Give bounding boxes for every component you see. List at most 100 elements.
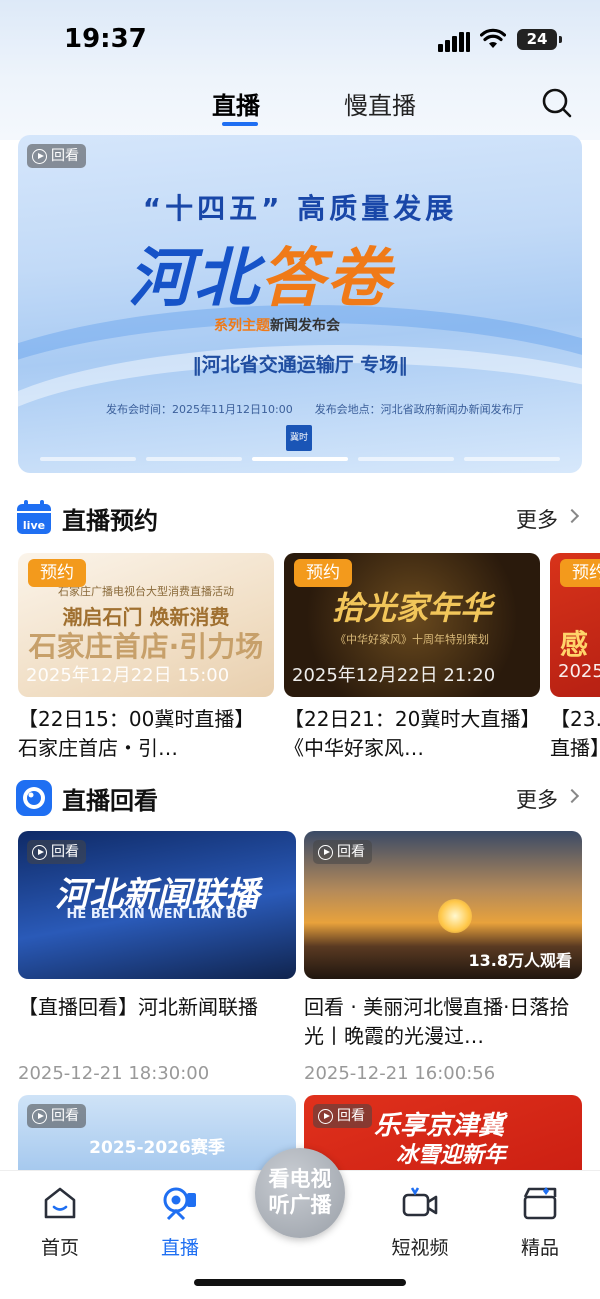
tab-slow-live[interactable]: 慢直播	[344, 86, 416, 121]
carousel-dot[interactable]	[464, 457, 560, 461]
carousel-dot[interactable]	[358, 457, 454, 461]
cellular-signal-icon	[438, 30, 470, 52]
reservation-card[interactable]: 《中华好家风》十周年特别策划 拾光家年华 预约 2025年12月22日 21:2…	[284, 553, 540, 763]
banner-subtitle: 系列主题新闻发布会	[214, 315, 340, 335]
thumb-line3: 拾光家年华	[331, 589, 492, 627]
banner-subtitle-accent: 系列主题	[214, 318, 270, 334]
replay-tag: 回看	[27, 1104, 86, 1128]
reservation-header: live 直播预约 更多	[0, 496, 600, 540]
reserve-badge[interactable]: 预约	[28, 559, 86, 587]
thumb-line3: 感	[560, 628, 589, 661]
reservation-card[interactable]: 石家庄广播电视台大型消费直播活动 潮启石门 焕新消费 石家庄首店·引力场 预约 …	[18, 553, 274, 763]
replay-card-title: 【直播回看】河北新闻联播	[18, 995, 258, 1019]
thumb-title: 2025-2026赛季	[89, 1138, 225, 1158]
reservation-card[interactable]: 感 预约 2025 【23…直播】	[550, 553, 600, 763]
replay-tag: 回看	[313, 1104, 372, 1128]
nav-live[interactable]: 直播	[140, 1185, 220, 1260]
active-tab-indicator	[222, 122, 258, 126]
hero-banner[interactable]: 回看 “十四五” 高质量发展 河北答卷 系列主题新闻发布会 ‖河北省交通运输厅 …	[18, 135, 582, 473]
play-circle-icon	[32, 1108, 47, 1124]
banner-logo: 冀时	[286, 425, 312, 451]
replay-tag: 回看	[313, 840, 372, 864]
replay-thumbnail: 河北新闻联播 HE BEI XIN WEN LIAN BO 回看	[18, 831, 296, 979]
view-count: 13.8万人观看	[468, 951, 572, 970]
replay-tag-label: 回看	[51, 1108, 79, 1124]
live-calendar-icon: live	[17, 500, 51, 534]
banner-subtitle-text: 新闻发布会	[270, 318, 340, 334]
reservation-date: 2025	[558, 661, 600, 682]
replay-tag: 回看	[27, 840, 86, 864]
status-time: 19:37	[64, 24, 147, 54]
carousel-dot-active[interactable]	[252, 457, 348, 461]
nav-live-label: 直播	[160, 1237, 199, 1259]
banner-title: 河北答卷	[128, 227, 392, 319]
play-circle-icon	[32, 148, 47, 164]
tab-live[interactable]: 直播	[212, 86, 260, 121]
replay-tag-label: 回看	[51, 148, 79, 164]
replay-title: 直播回看	[62, 787, 158, 815]
carousel-dot[interactable]	[40, 457, 136, 461]
reserve-badge[interactable]: 预约	[294, 559, 352, 587]
carousel-dot[interactable]	[146, 457, 242, 461]
replay-card-date: 2025-12-21 18:30:00	[18, 1063, 210, 1084]
clapperboard-icon	[523, 1187, 557, 1220]
nav-short-video-label: 短视频	[391, 1237, 449, 1259]
nav-featured[interactable]: 精品	[500, 1185, 580, 1260]
replay-more-link[interactable]: 更多	[516, 784, 558, 814]
replay-thumbnail: 回看 13.8万人观看	[304, 831, 582, 979]
banner-headline: “十四五” 高质量发展	[142, 192, 458, 225]
tv-radio-line1: 看电视	[268, 1167, 332, 1191]
reservation-card-title: 【22日15：00冀时直播】石家庄首店・引…	[18, 707, 255, 760]
reservation-title: 直播预约	[62, 507, 158, 535]
reserve-badge[interactable]: 预约	[560, 559, 600, 587]
thumb-line3: 石家庄首店·引力场	[28, 630, 264, 663]
live-camera-icon	[163, 1187, 196, 1221]
replay-card-date: 2025-12-21 16:00:56	[304, 1063, 496, 1084]
chevron-right-icon[interactable]	[564, 788, 580, 804]
top-tabs: 直播 慢直播	[0, 80, 600, 140]
replay-tag-label: 回看	[51, 844, 79, 860]
banner-title-accent: 答卷	[260, 242, 392, 316]
status-bar: 19:37 24	[0, 0, 600, 80]
play-circle-icon	[318, 1108, 333, 1124]
play-circle-icon	[32, 844, 47, 860]
replay-card-title: 回看 · 美丽河北慢直播·日落拾光丨晚霞的光漫过…	[304, 995, 570, 1048]
svg-text:live: live	[23, 519, 45, 532]
nav-home-label: 首页	[40, 1237, 79, 1259]
play-circle-icon	[318, 844, 333, 860]
reservation-date: 2025年12月22日 21:20	[292, 665, 496, 686]
replay-card[interactable]: 回看 13.8万人观看 回看 · 美丽河北慢直播·日落拾光丨晚霞的光漫过… 20…	[304, 831, 582, 1084]
home-indicator[interactable]	[194, 1279, 406, 1286]
banner-info: 发布会时间：2025年11月12日10:00 发布会地点：河北省政府新闻办新闻发…	[106, 403, 524, 416]
battery-icon: 24	[517, 29, 562, 50]
banner-title-main: 河北	[128, 242, 260, 316]
thumb-subtitle: 冰雪迎新年	[396, 1143, 507, 1168]
replay-tag-label: 回看	[337, 1108, 365, 1124]
eye-icon	[16, 780, 52, 816]
reservation-card-title: 【22日21：20冀时大直播】《中华好家风…	[284, 707, 531, 760]
reservation-date: 2025年12月22日 15:00	[26, 665, 230, 686]
banner-dept: ‖河北省交通运输厅 专场‖	[192, 354, 408, 376]
thumb-line1: 《中华好家风》十周年特别策划	[335, 633, 489, 646]
nav-featured-label: 精品	[520, 1237, 559, 1259]
thumb-subtitle: HE BEI XIN WEN LIAN BO	[66, 907, 248, 922]
reservation-more-link[interactable]: 更多	[516, 504, 558, 534]
wifi-icon	[480, 28, 506, 48]
video-camera-icon	[402, 1187, 438, 1217]
tv-radio-button[interactable]: 看电视 听广播	[255, 1148, 345, 1238]
replay-card[interactable]: 河北新闻联播 HE BEI XIN WEN LIAN BO 回看 【直播回看】河…	[18, 831, 296, 1084]
replay-tag: 回看	[27, 144, 86, 168]
replay-tag-label: 回看	[337, 844, 365, 860]
nav-home[interactable]: 首页	[20, 1185, 100, 1260]
reservation-thumbnail: 感 预约 2025	[550, 553, 600, 697]
reservation-thumbnail: 《中华好家风》十周年特别策划 拾光家年华 预约 2025年12月22日 21:2…	[284, 553, 540, 697]
nav-short-video[interactable]: 短视频	[380, 1185, 460, 1260]
reservation-card-title: 【23…直播】	[550, 707, 600, 760]
replay-header: 直播回看 更多	[0, 776, 600, 820]
tv-radio-line2: 听广播	[268, 1193, 332, 1217]
carousel-dots	[40, 457, 560, 461]
home-icon	[44, 1187, 76, 1219]
reservation-thumbnail: 石家庄广播电视台大型消费直播活动 潮启石门 焕新消费 石家庄首店·引力场 预约 …	[18, 553, 274, 697]
search-icon[interactable]	[540, 86, 574, 120]
chevron-right-icon[interactable]	[564, 508, 580, 524]
